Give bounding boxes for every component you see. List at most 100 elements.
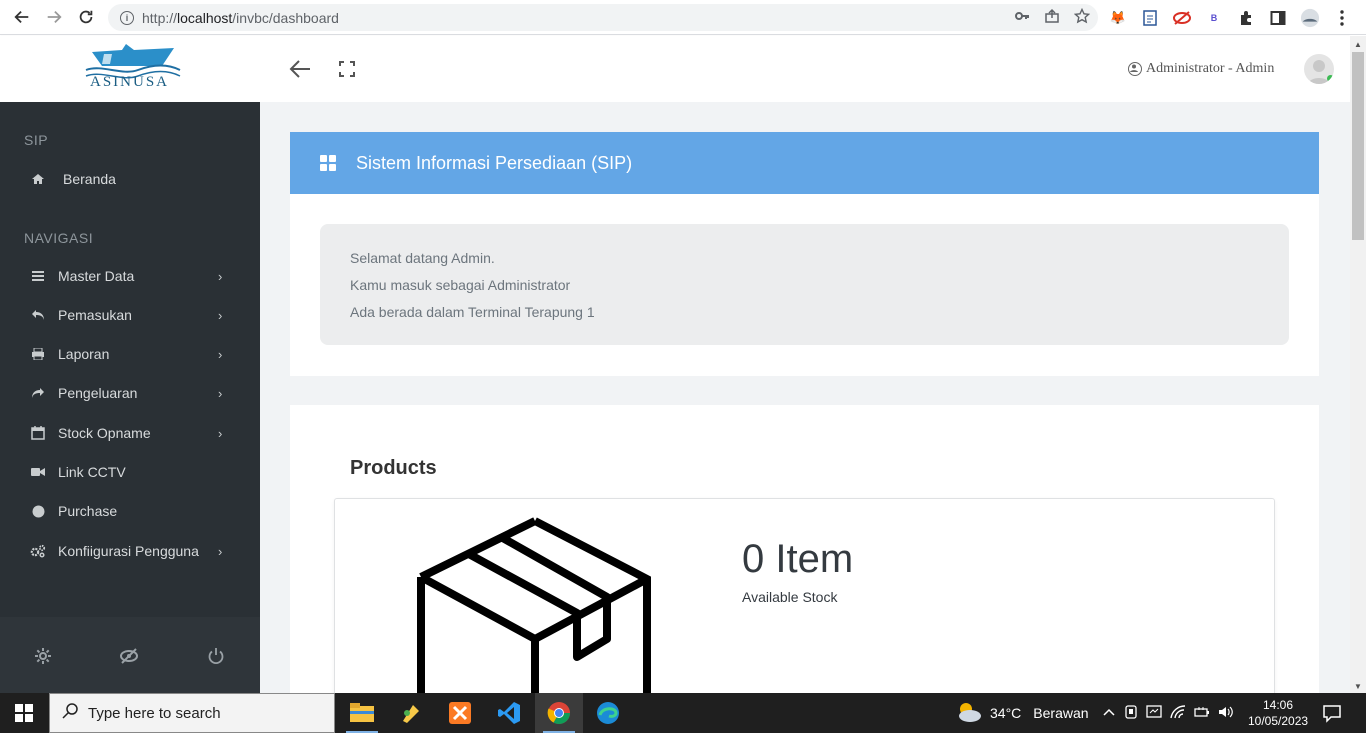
sidebar-section-sip: SIP <box>24 132 49 148</box>
side-panel-icon[interactable] <box>1268 8 1288 28</box>
sidebar-item-master-data[interactable]: Master Data › <box>0 257 260 295</box>
welcome-line: Ada berada dalam Terminal Terapung 1 <box>350 304 595 320</box>
key-icon[interactable] <box>1014 8 1030 27</box>
search-icon <box>62 703 78 723</box>
sidebar-item-pengeluaran[interactable]: Pengeluaran › <box>0 374 260 412</box>
calendar-icon <box>30 425 46 441</box>
sidebar-item-label: Pengeluaran <box>58 385 138 401</box>
menu-kebab-icon[interactable] <box>1332 8 1352 28</box>
file-explorer-icon[interactable] <box>338 693 386 733</box>
user-menu[interactable]: Administrator - Admin <box>1128 61 1274 77</box>
cogs-icon <box>30 543 46 559</box>
xampp-icon[interactable] <box>436 693 484 733</box>
fullscreen-icon[interactable] <box>338 60 356 78</box>
reply-icon <box>30 307 46 323</box>
sidebar-item-link-cctv[interactable]: Link CCTV <box>0 453 260 491</box>
tray-app-icon[interactable] <box>1124 704 1138 722</box>
taskbar-clock[interactable]: 14:06 10/05/2023 <box>1248 697 1308 729</box>
paint-app-icon[interactable] <box>387 693 435 733</box>
extensions-puzzle-icon[interactable] <box>1236 8 1256 28</box>
logo[interactable]: ASINUSA <box>0 36 260 102</box>
profile-icon[interactable] <box>1300 8 1320 28</box>
home-icon <box>30 171 46 187</box>
notification-center-icon[interactable] <box>1322 703 1342 723</box>
sidebar-item-label: Master Data <box>58 268 135 284</box>
hide-extension-icon[interactable] <box>1172 8 1192 28</box>
sidebar-item-label: Konfiigurasi Pengguna <box>58 543 199 559</box>
chevron-right-icon: › <box>218 543 223 559</box>
logo-text: ASINUSA <box>90 74 170 90</box>
chevron-right-icon: › <box>218 307 223 323</box>
tray-screen-icon[interactable] <box>1146 704 1162 722</box>
circle-icon <box>30 503 46 519</box>
sidebar-footer <box>0 617 260 693</box>
metamask-extension-icon[interactable]: 🦊 <box>1108 8 1128 28</box>
share-icon <box>30 385 46 401</box>
sidebar-item-label: Purchase <box>58 503 118 519</box>
share-page-icon[interactable] <box>1044 8 1060 27</box>
browser-toolbar: i http://localhost/invbc/dashboard 🦊 B <box>0 0 1366 35</box>
sidebar-section-navigasi: NAVIGASI <box>24 230 94 246</box>
scroll-thumb[interactable] <box>1352 52 1364 240</box>
vscode-icon[interactable] <box>485 693 533 733</box>
power-icon[interactable] <box>205 645 227 667</box>
user-circle-icon <box>1128 62 1142 76</box>
sidebar-item-stock-opname[interactable]: Stock Opname › <box>0 414 260 452</box>
battery-plug-icon[interactable] <box>1194 705 1210 722</box>
welcome-message: Selamat datang Admin. Kamu masuk sebagai… <box>320 224 1289 345</box>
scroll-down-arrow-icon[interactable]: ▼ <box>1354 682 1362 691</box>
eye-slash-icon[interactable] <box>118 645 140 667</box>
stock-label: Available Stock <box>742 589 838 605</box>
taskbar: Type here to search 34°C Berawan 14:06 1… <box>0 693 1366 733</box>
edge-icon[interactable] <box>584 693 632 733</box>
settings-gear-icon[interactable] <box>32 645 54 667</box>
online-status-dot <box>1327 75 1334 82</box>
clock-date: 10/05/2023 <box>1248 714 1309 728</box>
package-box-icon <box>417 517 657 693</box>
windows-start-icon[interactable] <box>0 693 48 733</box>
b-extension-icon[interactable]: B <box>1204 8 1224 28</box>
page-scrollbar[interactable]: ▲ ▼ <box>1350 36 1366 693</box>
main-content: Sistem Informasi Persediaan (SIP) Selama… <box>260 102 1350 693</box>
weather-desc: Berawan <box>1033 705 1089 721</box>
product-stock-box: 0 Item Available Stock <box>334 498 1275 693</box>
chevron-right-icon: › <box>218 346 223 362</box>
document-extension-icon[interactable] <box>1140 8 1160 28</box>
volume-icon[interactable] <box>1218 705 1234 722</box>
search-placeholder: Type here to search <box>88 704 221 722</box>
sidebar: SIP Beranda NAVIGASI Master Data › Pemas… <box>0 102 260 693</box>
products-card: Products 0 Item Available Stock <box>290 405 1319 693</box>
chevron-right-icon: › <box>218 425 223 441</box>
print-icon <box>30 346 46 362</box>
clock-time: 14:06 <box>1262 698 1294 712</box>
avatar[interactable] <box>1304 54 1334 84</box>
sidebar-item-beranda[interactable]: Beranda <box>0 160 260 198</box>
bookmark-star-icon[interactable] <box>1073 7 1091 27</box>
sidebar-item-pemasukan[interactable]: Pemasukan › <box>0 296 260 334</box>
url-prefix: http:// <box>142 9 178 26</box>
reload-icon[interactable] <box>70 1 102 33</box>
sidebar-item-laporan[interactable]: Laporan › <box>0 335 260 373</box>
back-icon[interactable] <box>6 1 38 33</box>
welcome-card: Selamat datang Admin. Kamu masuk sebagai… <box>290 194 1319 376</box>
scroll-up-arrow-icon[interactable]: ▲ <box>1354 40 1362 49</box>
info-icon[interactable]: i <box>120 10 134 25</box>
stock-count: 0 Item <box>742 537 854 581</box>
sidebar-toggle-back-icon[interactable] <box>288 58 312 80</box>
tray-chevron-up-icon[interactable] <box>1102 706 1116 720</box>
sidebar-item-konfigurasi-pengguna[interactable]: Konfiigurasi Pengguna › <box>0 532 260 570</box>
taskbar-search-input[interactable]: Type here to search <box>49 693 335 733</box>
address-bar[interactable]: i http://localhost/invbc/dashboard <box>108 4 1098 31</box>
url-text: http://localhost/invbc/dashboard <box>142 10 339 26</box>
sidebar-item-label: Beranda <box>63 171 116 187</box>
sidebar-item-label: Link CCTV <box>58 464 126 480</box>
forward-icon[interactable] <box>38 1 70 33</box>
grid-icon <box>320 155 336 171</box>
page-title-bar: Sistem Informasi Persediaan (SIP) <box>290 132 1319 194</box>
page-title: Sistem Informasi Persediaan (SIP) <box>356 152 633 173</box>
system-tray <box>1102 693 1234 733</box>
sidebar-item-purchase[interactable]: Purchase <box>0 492 260 530</box>
chrome-icon[interactable] <box>535 693 583 733</box>
wifi-icon[interactable] <box>1170 704 1186 722</box>
weather-widget[interactable]: 34°C Berawan <box>956 693 1089 733</box>
